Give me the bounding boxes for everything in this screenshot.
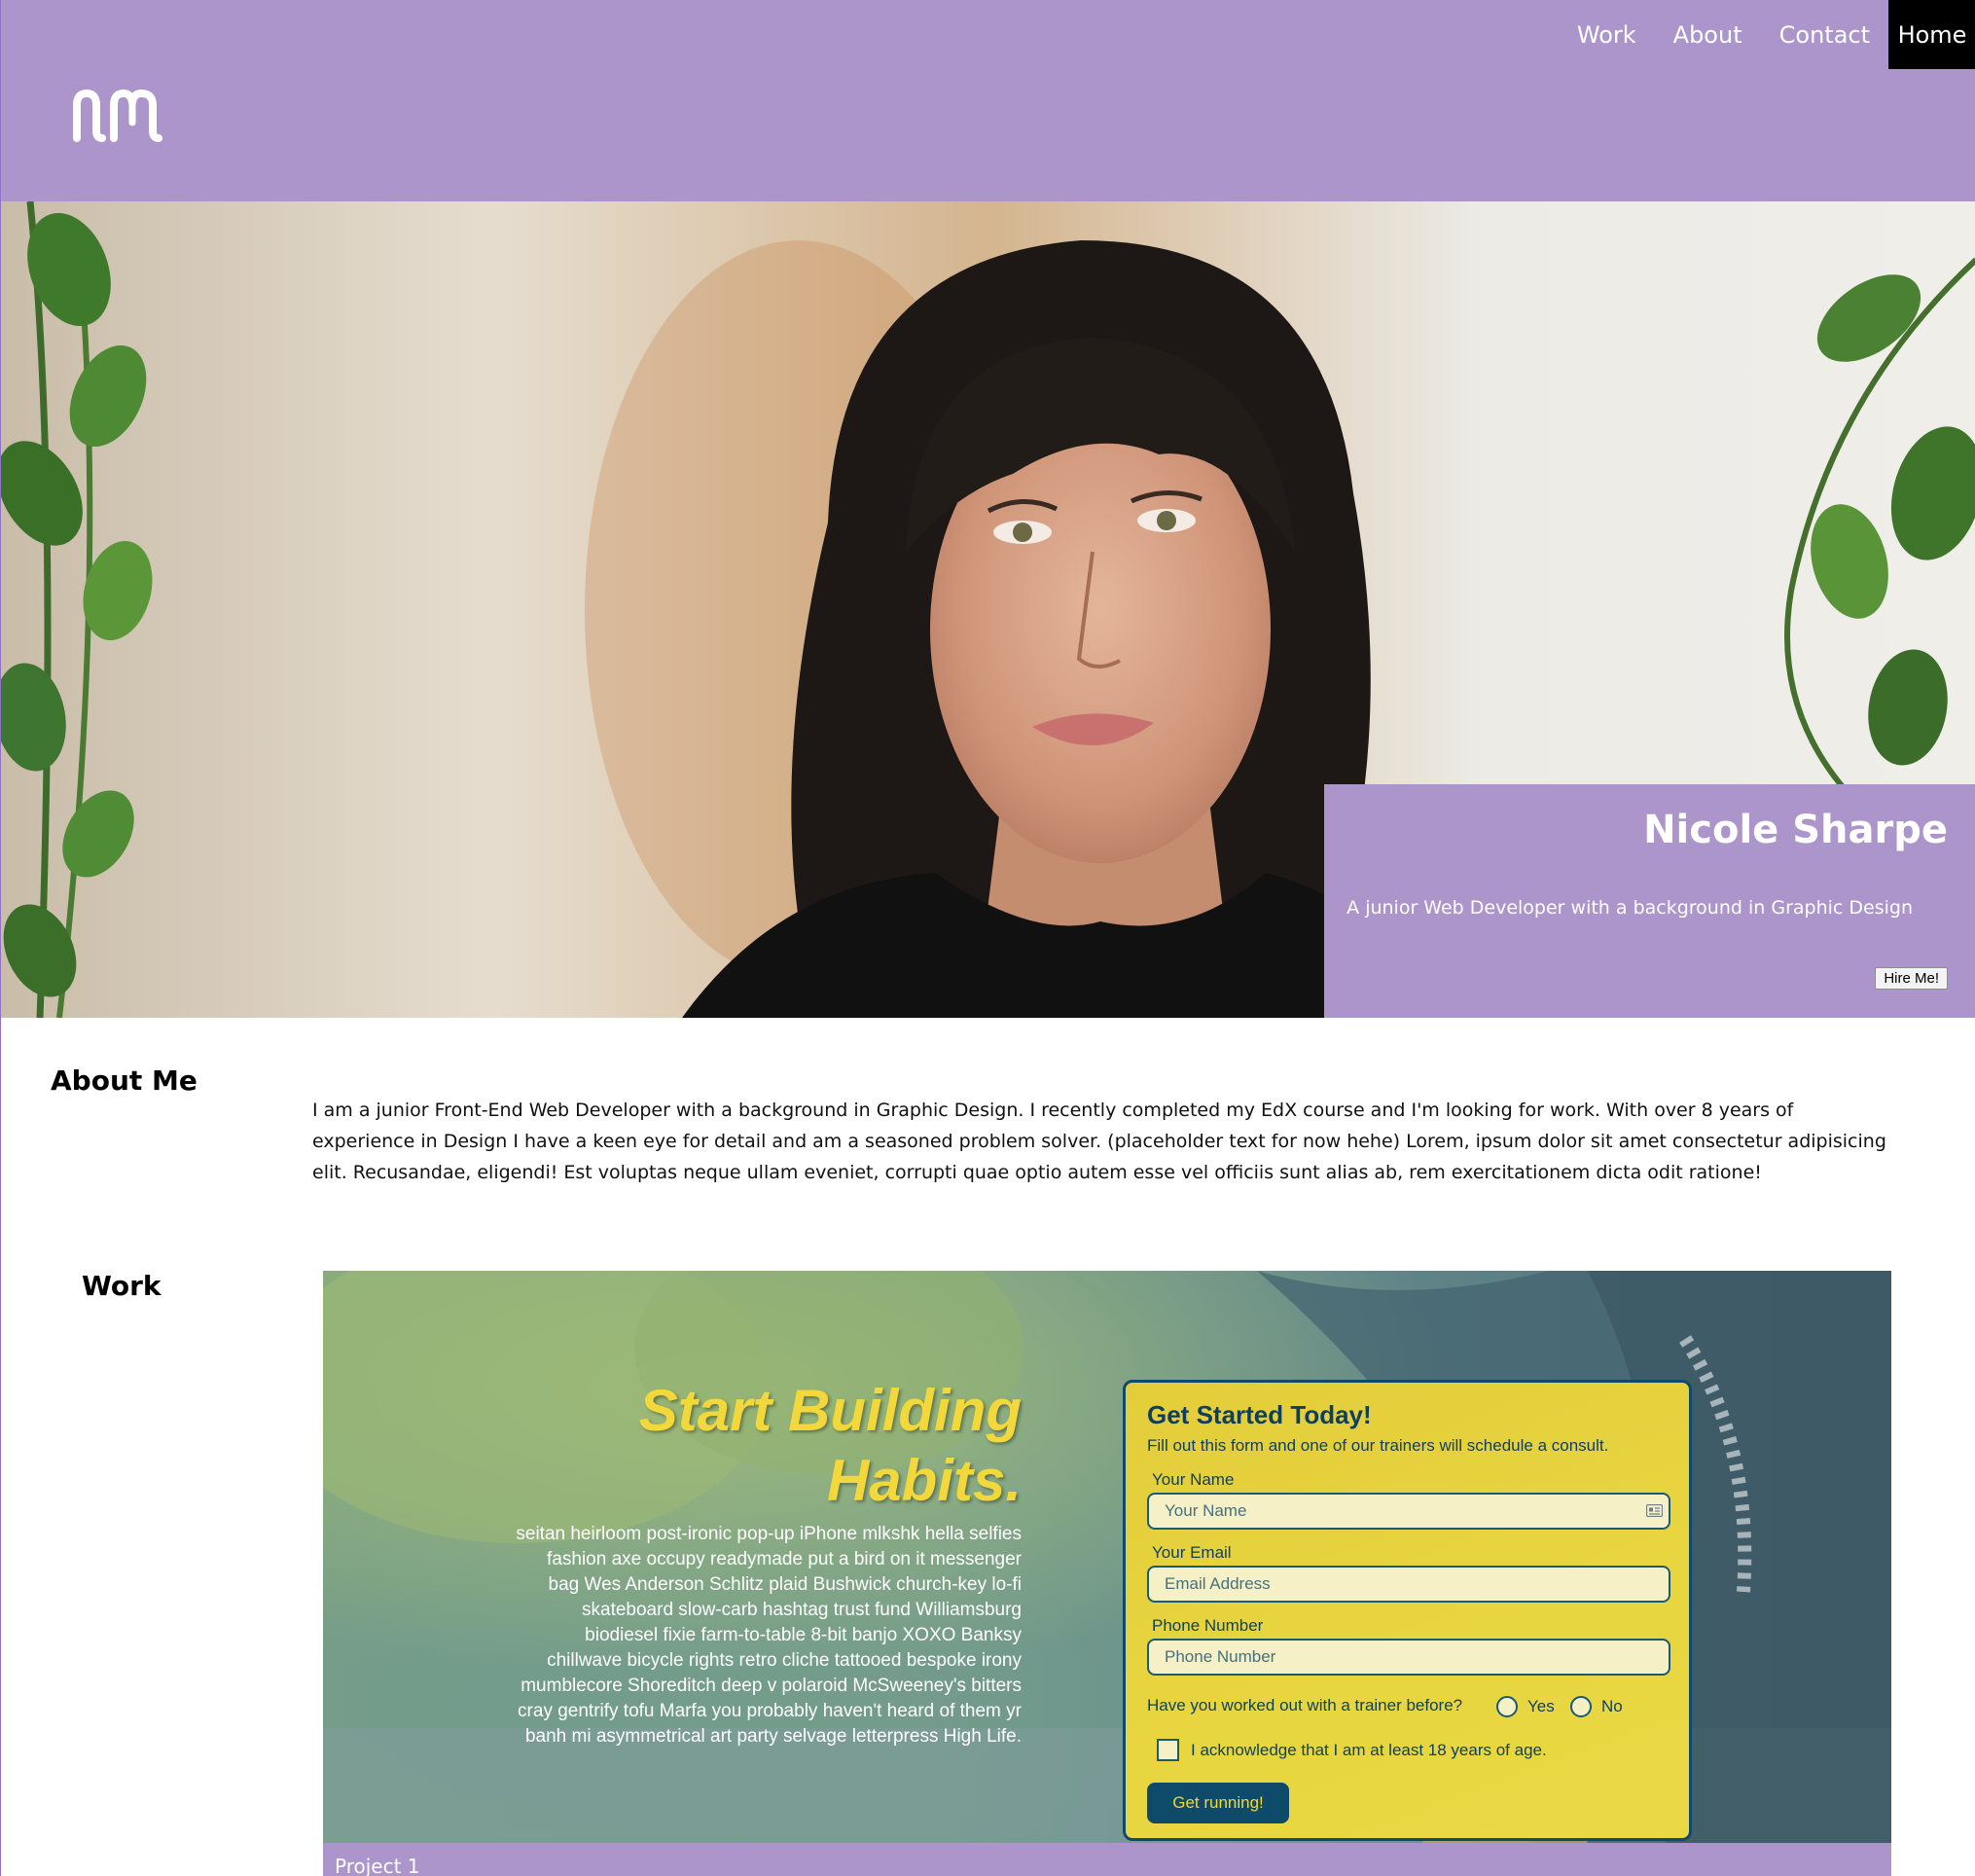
- trainer-question: Have you worked out with a trainer befor…: [1147, 1696, 1463, 1714]
- nm-logo-icon[interactable]: [71, 88, 163, 146]
- get-running-button[interactable]: Get running!: [1147, 1783, 1289, 1823]
- age-checkbox[interactable]: [1157, 1739, 1179, 1761]
- about-text: I am a junior Front-End Web Developer wi…: [312, 1100, 1886, 1183]
- nav-about-link[interactable]: About: [1655, 0, 1761, 69]
- habits-body-text: seitan heirloom post-ironic pop-up iPhon…: [516, 1524, 1022, 1747]
- nav-home-link[interactable]: Home: [1888, 0, 1975, 69]
- name-input[interactable]: Your Name: [1147, 1493, 1670, 1530]
- main-nav: Work About Contact Home: [1559, 0, 1975, 69]
- habits-heading-line2: Habits.: [826, 1448, 1022, 1513]
- form-subtitle: Fill out this form and one of our traine…: [1147, 1436, 1609, 1455]
- hero-section: Nicole Sharpe A junior Web Developer wit…: [1, 201, 1975, 1018]
- nav-work-link[interactable]: Work: [1559, 0, 1655, 69]
- age-checkbox-label: I acknowledge that I am at least 18 year…: [1191, 1741, 1547, 1759]
- email-input[interactable]: Email Address: [1147, 1566, 1670, 1603]
- radio-yes-label: Yes: [1527, 1697, 1555, 1715]
- habits-heading-line1: Start Building: [638, 1378, 1022, 1443]
- hero-intro-panel: Nicole Sharpe A junior Web Developer wit…: [1324, 784, 1975, 1018]
- hero-name: Nicole Sharpe: [1643, 808, 1948, 852]
- email-label: Your Email: [1152, 1543, 1232, 1562]
- project-caption: Project 1: [323, 1843, 1891, 1876]
- about-heading: About Me: [51, 1064, 198, 1097]
- name-label: Your Name: [1152, 1470, 1235, 1489]
- radio-yes[interactable]: [1496, 1696, 1518, 1717]
- phone-label: Phone Number: [1152, 1616, 1264, 1635]
- radio-no[interactable]: [1570, 1696, 1592, 1717]
- hire-me-button[interactable]: Hire Me!: [1875, 967, 1948, 990]
- signup-form-card: Get Started Today! Fill out this form an…: [1123, 1380, 1692, 1841]
- phone-input[interactable]: Phone Number: [1147, 1639, 1670, 1676]
- habits-heading: Start Building Habits.: [574, 1376, 1022, 1516]
- hero-tagline: A junior Web Developer with a background…: [1347, 897, 1913, 919]
- work-heading: Work: [82, 1270, 162, 1302]
- project-screenshot: Start Building Habits. seitan heirloom p…: [323, 1271, 1891, 1843]
- contact-card-icon: [1646, 1504, 1663, 1517]
- radio-no-label: No: [1601, 1697, 1623, 1715]
- site-header: Work About Contact Home: [1, 0, 1975, 201]
- nav-contact-link[interactable]: Contact: [1761, 0, 1888, 69]
- project-card[interactable]: Start Building Habits. seitan heirloom p…: [323, 1271, 1891, 1876]
- form-title: Get Started Today!: [1147, 1400, 1372, 1429]
- project-caption-label: Project 1: [335, 1855, 420, 1876]
